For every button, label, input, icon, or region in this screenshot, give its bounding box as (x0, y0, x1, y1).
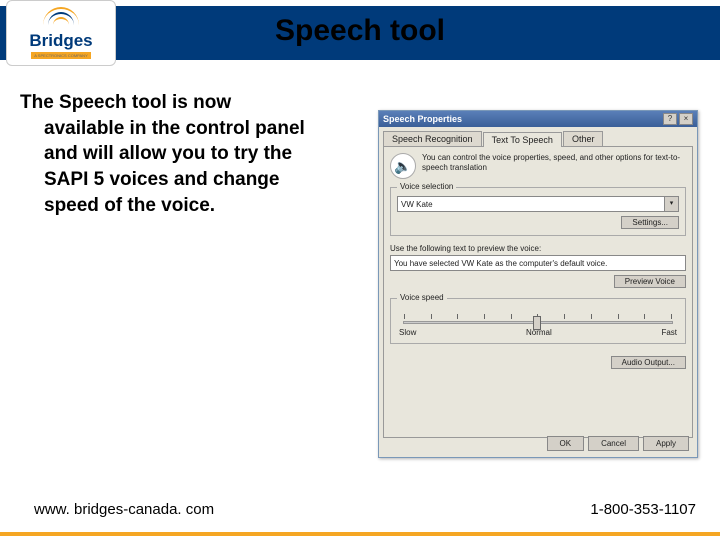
body-line1: The Speech tool is now (20, 90, 324, 116)
logo-arcs-icon (41, 7, 81, 29)
tab-strip: Speech Recognition Text To Speech Other (383, 131, 693, 146)
body-text: The Speech tool is now available in the … (44, 90, 324, 218)
tab-body: 🔈 You can control the voice properties, … (383, 146, 693, 438)
voice-group-label: Voice selection (397, 182, 456, 191)
speed-slow-label: Slow (399, 328, 416, 337)
preview-voice-button[interactable]: Preview Voice (614, 275, 686, 288)
preview-text-field[interactable]: You have selected VW Kate as the compute… (390, 255, 686, 271)
voice-speed-group: Voice speed Slow Normal Fast (390, 298, 686, 344)
chevron-down-icon[interactable]: ▾ (665, 196, 679, 212)
footer-url: www. bridges-canada. com (34, 501, 214, 518)
preview-label: Use the following text to preview the vo… (390, 244, 686, 253)
dialog-buttons: OK Cancel Apply (547, 436, 689, 451)
speed-group-label: Voice speed (397, 293, 447, 302)
close-button[interactable]: × (679, 113, 693, 125)
logo-text: Bridges (29, 31, 92, 51)
logo: Bridges A SPECTRONICS COMPANY (6, 0, 116, 66)
tab-text-to-speech[interactable]: Text To Speech (483, 132, 562, 147)
speed-fast-label: Fast (661, 328, 677, 337)
window-titlebar[interactable]: Speech Properties ? × (379, 111, 697, 127)
window-title: Speech Properties (383, 114, 661, 124)
voice-combo[interactable]: VW Kate ▾ (397, 196, 679, 212)
body-rest: available in the control panel and will … (44, 116, 324, 219)
tab-speech-recognition[interactable]: Speech Recognition (383, 131, 482, 146)
voice-selection-group: Voice selection VW Kate ▾ Settings... (390, 187, 686, 236)
audio-output-button[interactable]: Audio Output... (611, 356, 686, 369)
tts-description: You can control the voice properties, sp… (422, 153, 686, 179)
footer-divider (0, 532, 720, 536)
help-button[interactable]: ? (663, 113, 677, 125)
voice-combo-value[interactable]: VW Kate (397, 196, 665, 212)
slider-thumb[interactable] (533, 316, 541, 330)
settings-button[interactable]: Settings... (621, 216, 679, 229)
footer-phone: 1-800-353-1107 (590, 501, 696, 518)
speech-properties-window: Speech Properties ? × Speech Recognition… (378, 110, 698, 458)
logo-subtext: A SPECTRONICS COMPANY (31, 52, 91, 59)
apply-button[interactable]: Apply (643, 436, 689, 451)
cancel-button[interactable]: Cancel (588, 436, 639, 451)
speed-slider[interactable] (403, 321, 673, 324)
tab-other[interactable]: Other (563, 131, 604, 146)
ok-button[interactable]: OK (547, 436, 585, 451)
speaker-icon: 🔈 (390, 153, 416, 179)
